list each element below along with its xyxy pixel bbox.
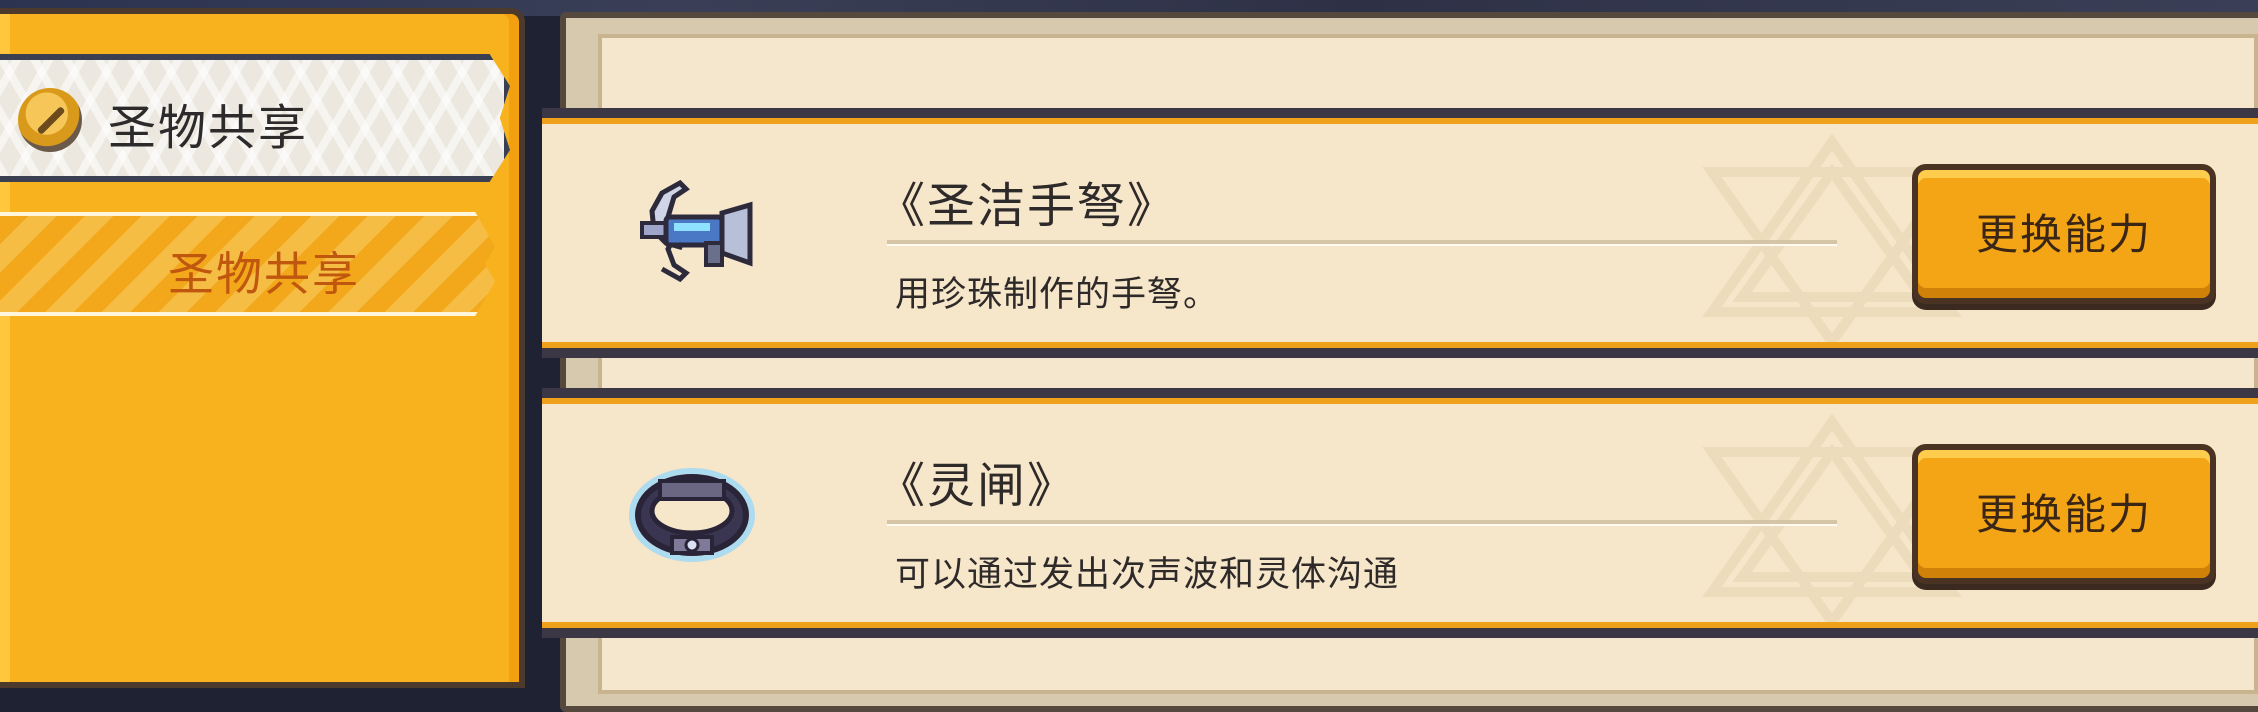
divider [887,520,1837,526]
relic-name: 《灵闸》 [877,458,1078,514]
sidebar-header: 圣物共享 [0,54,510,182]
change-ability-button-label: 更换能力 [1975,209,2152,259]
divider [887,240,1837,246]
sidebar-item-relic-share[interactable]: 圣物共享 [0,212,495,316]
relic-card: 《灵闸》 可以通过发出次声波和灵体沟通 更换能力 [542,388,2258,638]
relic-name: 《圣洁手弩》 [877,178,1178,234]
relic-card: 《圣洁手弩》 用珍珠制作的手弩。 更换能力 [542,108,2258,358]
spirit-ring-icon [629,468,755,562]
relic-description: 可以通过发出次声波和灵体沟通 [895,555,1400,595]
change-ability-button[interactable]: 更换能力 [1912,444,2216,584]
sidebar-item-label: 圣物共享 [168,247,360,301]
sidebar: 圣物共享 圣物共享 [0,8,525,688]
sidebar-title: 圣物共享 [108,100,309,156]
crossbow-icon [640,179,753,283]
relic-description: 用珍珠制作的手弩。 [895,275,1220,315]
change-ability-button[interactable]: 更换能力 [1912,164,2216,304]
change-ability-button-label: 更换能力 [1975,489,2152,539]
relic-badge-icon [18,88,82,152]
